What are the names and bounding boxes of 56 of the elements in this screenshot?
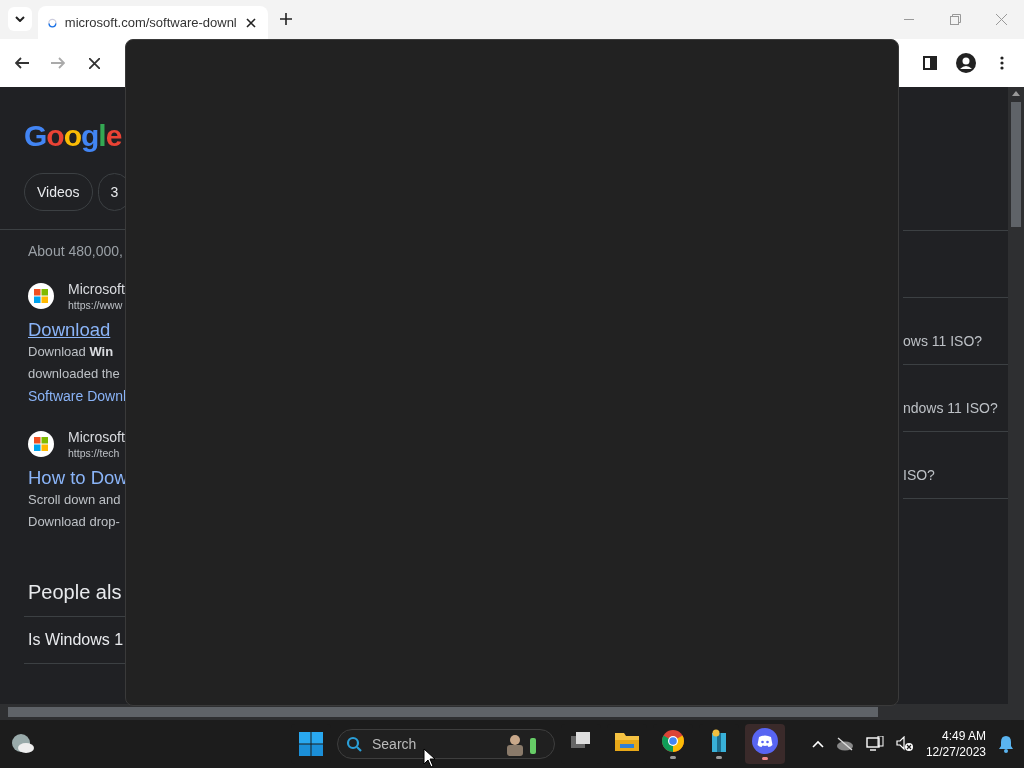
question-item[interactable]: ows 11 ISO? xyxy=(903,333,983,349)
site-url: https://tech xyxy=(68,447,121,459)
mouse-cursor-icon xyxy=(423,748,435,768)
chevron-up-icon[interactable] xyxy=(811,740,824,748)
microsoft-logo-icon xyxy=(28,431,54,457)
scroll-up-icon xyxy=(1012,91,1020,96)
tab-list-button[interactable] xyxy=(8,7,32,31)
scrollbar-thumb[interactable] xyxy=(8,707,878,717)
taskbar-app-button[interactable] xyxy=(745,724,785,764)
person-icon xyxy=(956,53,976,73)
restore-icon xyxy=(949,14,961,25)
plus-icon xyxy=(280,13,292,25)
windows-logo-icon xyxy=(299,732,323,756)
result-snippet: downloaded the xyxy=(28,365,121,383)
time: 4:49 AM xyxy=(941,728,986,744)
clock[interactable]: 4:49 AM 12/27/2023 xyxy=(925,728,986,760)
network-icon[interactable] xyxy=(865,736,884,752)
result-snippet: Download drop- xyxy=(28,513,121,531)
close-icon xyxy=(88,57,100,69)
more-vertical-icon xyxy=(1000,56,1004,70)
search-icon xyxy=(346,736,362,752)
result-snippet: Download Win xyxy=(28,343,115,361)
chrome-icon xyxy=(661,729,685,753)
site-name: Microsoft xyxy=(68,281,125,297)
side-panel-icon xyxy=(923,56,937,70)
vertical-scrollbar[interactable] xyxy=(1008,87,1024,704)
microsoft-logo-icon xyxy=(28,283,54,309)
question-item[interactable]: Is Windows 1 xyxy=(28,631,124,649)
site-name: Microsoft xyxy=(68,429,125,445)
tab-title: microsoft.com/software-downl xyxy=(64,15,237,30)
horizontal-scrollbar[interactable] xyxy=(0,704,1024,720)
search-bar[interactable]: Search xyxy=(337,729,555,759)
date: 12/27/2023 xyxy=(925,744,986,760)
discord-icon xyxy=(752,728,778,754)
profile-button[interactable] xyxy=(954,51,978,75)
archive-icon xyxy=(709,729,729,753)
folder-icon xyxy=(614,730,640,752)
back-arrow-icon xyxy=(15,57,29,69)
site-url: https://www xyxy=(68,299,124,311)
question-item[interactable]: ndows 11 ISO? xyxy=(903,400,998,416)
chevron-down-icon xyxy=(15,16,25,22)
results-count: About 480,000, xyxy=(28,243,124,259)
cloud-off-icon[interactable] xyxy=(835,737,854,751)
question-item[interactable]: ISO? xyxy=(903,467,935,483)
close-icon xyxy=(246,17,257,28)
speaker-muted-icon[interactable] xyxy=(895,736,914,752)
scrollbar-thumb[interactable] xyxy=(1011,102,1021,227)
browser-tab[interactable]: microsoft.com/software-downl xyxy=(38,6,268,39)
bell-icon[interactable] xyxy=(998,735,1014,753)
result-snippet: Scroll down and xyxy=(28,491,122,509)
forward-arrow-icon xyxy=(51,57,65,69)
section-heading: People als xyxy=(27,581,123,604)
close-icon xyxy=(995,14,1007,25)
minimize-icon xyxy=(904,18,914,21)
weather-icon xyxy=(10,733,36,755)
search-field[interactable]: Search xyxy=(370,735,494,753)
